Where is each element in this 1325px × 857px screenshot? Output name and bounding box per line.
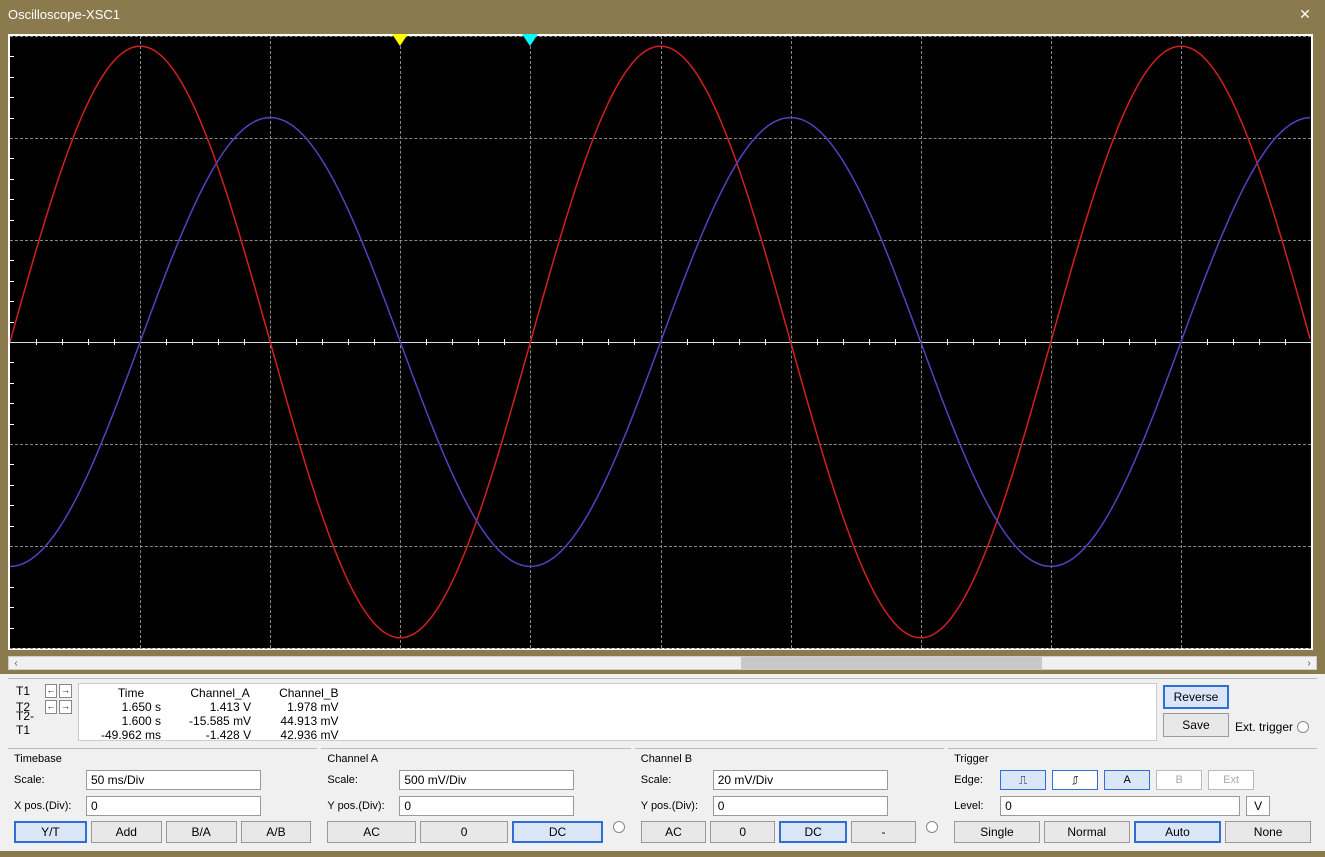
chb-ac-button[interactable]: AC [641,821,706,843]
diff-chb: 42.936 mV [265,728,352,742]
trigger-level-label: Level: [954,800,994,812]
timebase-xpos-label: X pos.(Div): [14,800,80,812]
cha-scale-label: Scale: [327,774,393,786]
titlebar: Oscilloscope-XSC1 ✕ [0,0,1325,28]
cursor-step-controls: T1 ← → T2 ← → T2-T1 [16,683,72,731]
t1-label: T1 [16,684,43,698]
t1-step-left-button[interactable]: ← [45,684,58,698]
mode-yt-button[interactable]: Y/T [14,821,87,843]
chb-zero-button[interactable]: 0 [710,821,775,843]
chb-neg-button[interactable]: - [851,821,916,843]
scroll-left-icon[interactable]: ‹ [9,656,23,670]
cursor-readout-table: Time Channel_A Channel_B 1.650 s 1.413 V… [78,683,1157,741]
t2-time: 1.600 s [87,714,175,728]
trigger-normal-button[interactable]: Normal [1044,821,1130,843]
col-time-header: Time [87,686,175,700]
trigger-title: Trigger [954,753,1311,765]
trigger-source-ext-button[interactable]: Ext [1208,770,1254,790]
save-button[interactable]: Save [1163,713,1229,737]
trigger-group: Trigger Edge: ⎍ ⎎ A B Ext Level: V Singl… [948,748,1317,843]
ext-trigger-row: Ext. trigger [1235,720,1309,734]
chb-scale-label: Scale: [641,774,707,786]
mode-ba-button[interactable]: B/A [166,821,237,843]
cha-ypos-label: Y pos.(Div): [327,800,393,812]
scroll-right-icon[interactable]: › [1302,656,1316,670]
trigger-auto-button[interactable]: Auto [1134,821,1222,843]
chb-scale-input[interactable] [713,770,888,790]
timebase-group: Timebase Scale: X pos.(Div): Y/T Add B/A… [8,748,317,843]
channel-b-group: Channel B Scale: Y pos.(Div): AC 0 DC - [635,748,944,843]
side-buttons: Reverse Save [1163,683,1229,737]
mode-add-button[interactable]: Add [91,821,162,843]
close-icon[interactable]: ✕ [1293,6,1317,23]
t2-step-left-button[interactable]: ← [45,700,58,714]
oscilloscope-screen[interactable] [8,34,1313,650]
trigger-edge-label: Edge: [954,774,994,786]
time-marker-t2[interactable] [522,34,538,46]
time-marker-t1[interactable] [392,34,408,46]
timebase-title: Timebase [14,753,311,765]
trigger-edge-rising-button[interactable]: ⎍ [1000,770,1046,790]
t1-cha: 1.413 V [175,700,265,714]
parameter-controls: Timebase Scale: X pos.(Div): Y/T Add B/A… [8,748,1317,843]
t1-chb: 1.978 mV [265,700,352,714]
t1-time: 1.650 s [87,700,175,714]
diff-time: -49.962 ms [87,728,175,742]
window-title: Oscilloscope-XSC1 [8,7,1293,22]
waveform-canvas [10,36,1311,648]
col-chb-header: Channel_B [265,686,352,700]
chb-color-indicator [926,821,938,833]
timebase-scale-label: Scale: [14,774,80,786]
reverse-button[interactable]: Reverse [1163,685,1229,709]
diff-cha: -1.428 V [175,728,265,742]
timebase-xpos-input[interactable] [86,796,261,816]
cha-ac-button[interactable]: AC [327,821,415,843]
cha-zero-button[interactable]: 0 [420,821,508,843]
horizontal-scrollbar[interactable]: ‹ › [8,656,1317,670]
chb-dc-button[interactable]: DC [779,821,846,843]
t2-step-right-button[interactable]: → [59,700,72,714]
trigger-single-button[interactable]: Single [954,821,1040,843]
mode-ab-button[interactable]: A/B [241,821,312,843]
cha-title: Channel A [327,753,624,765]
scope-area [0,28,1325,654]
t2t1-label: T2-T1 [16,709,46,737]
cursor-readout-panel: T1 ← → T2 ← → T2-T1 Time Channel_A Chann… [8,678,1317,744]
chb-ypos-label: Y pos.(Div): [641,800,707,812]
chb-title: Channel B [641,753,938,765]
channel-a-group: Channel A Scale: Y pos.(Div): AC 0 DC [321,748,630,843]
trigger-source-a-button[interactable]: A [1104,770,1150,790]
falling-edge-icon: ⎎ [1072,773,1078,788]
ext-trigger-label: Ext. trigger [1235,720,1293,734]
trigger-none-button[interactable]: None [1225,821,1311,843]
control-panel: T1 ← → T2 ← → T2-T1 Time Channel_A Chann… [0,674,1325,851]
chb-ypos-input[interactable] [713,796,888,816]
scrollbar-thumb[interactable] [741,657,1042,669]
cha-ypos-input[interactable] [399,796,574,816]
trigger-level-input[interactable] [1000,796,1240,816]
cha-scale-input[interactable] [399,770,574,790]
cha-dc-button[interactable]: DC [512,821,602,843]
cha-color-indicator [613,821,625,833]
t1-step-right-button[interactable]: → [59,684,72,698]
t2-chb: 44.913 mV [265,714,352,728]
ext-trigger-indicator[interactable] [1297,721,1309,733]
trigger-source-b-button[interactable]: B [1156,770,1202,790]
timebase-scale-input[interactable] [86,770,261,790]
trigger-level-unit[interactable]: V [1246,796,1270,816]
t2-cha: -15.585 mV [175,714,265,728]
rising-edge-icon: ⎍ [1019,773,1027,788]
trigger-edge-falling-button[interactable]: ⎎ [1052,770,1098,790]
col-cha-header: Channel_A [175,686,265,700]
